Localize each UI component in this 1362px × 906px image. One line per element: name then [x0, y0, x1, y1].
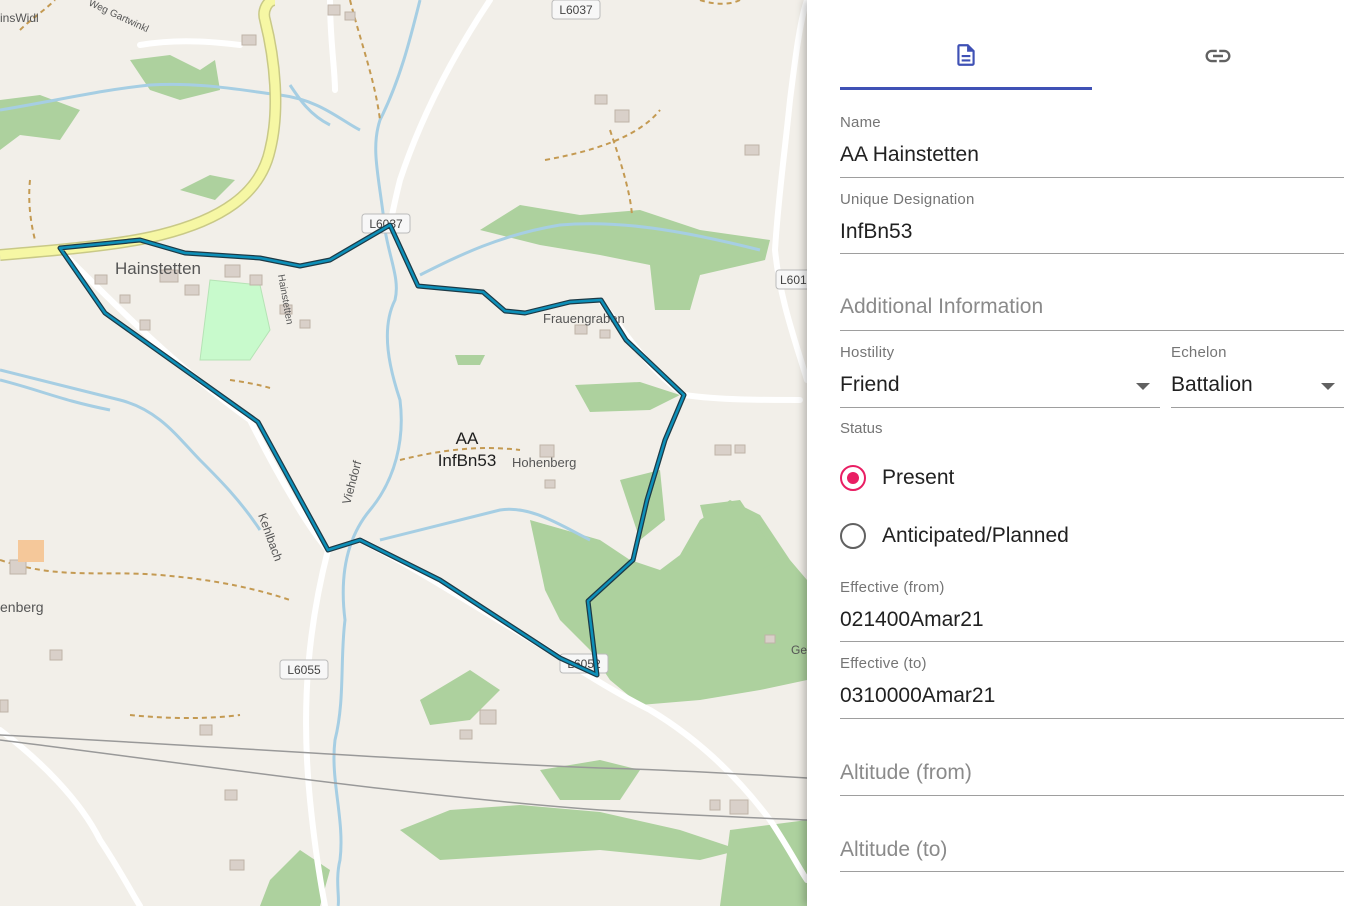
- minor-roads: [0, 0, 807, 906]
- effective-to-label: Effective (to): [840, 655, 927, 672]
- hostility-value: Friend: [840, 373, 900, 396]
- status-label: Status: [840, 420, 883, 437]
- place-label-hainstetten: Hainstetten: [115, 259, 201, 278]
- echelon-label: Echelon: [1171, 344, 1227, 361]
- street-label-weg-gartwinkl: Weg Gartwinkl: [87, 0, 150, 35]
- altitude-to-placeholder: Altitude (to): [840, 838, 948, 861]
- park-area: [199, 279, 271, 361]
- place-label-einswidl: insWidl: [0, 11, 39, 25]
- tab-properties[interactable]: [840, 22, 1092, 90]
- area-name-label: AA: [456, 429, 479, 448]
- orange-building: [18, 540, 44, 562]
- hostility-label: Hostility: [840, 344, 895, 361]
- forest-areas: [0, 55, 807, 906]
- designation-field[interactable]: Unique Designation InfBn53: [840, 187, 1344, 254]
- place-label-enberg: enberg: [0, 599, 44, 615]
- additional-info-placeholder: Additional Information: [840, 295, 1044, 318]
- place-label-ge: Ge: [791, 643, 807, 657]
- properties-panel: Name AA Hainstetten Unique Designation I…: [807, 0, 1362, 906]
- road-label-l601: L601: [780, 273, 807, 287]
- place-label-hohenberg: Hohenberg: [512, 455, 576, 470]
- link-icon: [1205, 49, 1231, 63]
- status-anticipated-label: Anticipated/Planned: [882, 524, 1069, 547]
- area-designation-label: InfBn53: [438, 451, 497, 470]
- designation-value[interactable]: InfBn53: [840, 220, 912, 244]
- name-value[interactable]: AA Hainstetten: [840, 143, 979, 167]
- road-label-l6037-top: L6037: [559, 3, 593, 17]
- name-field[interactable]: Name AA Hainstetten: [840, 110, 1344, 178]
- status-radio-present[interactable]: Present: [840, 465, 954, 491]
- stream-label-kehlbach: Kehlbach: [255, 511, 285, 563]
- street-label-viehdorf: Viehdorf: [339, 459, 364, 506]
- effective-to-value[interactable]: 0310000Amar21: [840, 684, 995, 708]
- echelon-select[interactable]: Echelon Battalion: [1171, 340, 1344, 408]
- hostility-dropdown-icon[interactable]: [1136, 383, 1150, 390]
- document-icon: [957, 43, 975, 66]
- status-radio-anticipated[interactable]: Anticipated/Planned: [840, 523, 1069, 549]
- designation-label: Unique Designation: [840, 191, 975, 208]
- hostility-select[interactable]: Hostility Friend: [840, 340, 1160, 408]
- echelon-value: Battalion: [1171, 373, 1253, 396]
- effective-from-value[interactable]: 021400Amar21: [840, 608, 984, 632]
- altitude-from-field[interactable]: Altitude (from): [840, 728, 1344, 796]
- area-outline-casing: [57, 222, 687, 678]
- name-label: Name: [840, 114, 881, 131]
- effective-to-field[interactable]: Effective (to) 0310000Amar21: [840, 651, 1344, 719]
- radio-checked-icon[interactable]: [840, 465, 866, 491]
- echelon-dropdown-icon[interactable]: [1321, 383, 1335, 390]
- altitude-from-placeholder: Altitude (from): [840, 761, 972, 784]
- railway-lines: [0, 734, 807, 821]
- effective-from-label: Effective (from): [840, 579, 945, 596]
- status-present-label: Present: [882, 466, 955, 489]
- radio-unchecked-icon[interactable]: [840, 523, 866, 549]
- road-label-l6055: L6055: [287, 663, 321, 677]
- map-view[interactable]: L6037 L6037 L601 L6055 L6052 Hainstetten…: [0, 0, 807, 906]
- map-canvas[interactable]: L6037 L6037 L601 L6055 L6052 Hainstetten…: [0, 0, 807, 906]
- tab-links[interactable]: [1092, 22, 1344, 90]
- altitude-to-field[interactable]: Altitude (to): [840, 805, 1344, 872]
- effective-from-field[interactable]: Effective (from) 021400Amar21: [840, 575, 1344, 642]
- additional-info-field[interactable]: Additional Information: [840, 262, 1344, 331]
- buildings: [0, 4, 776, 871]
- street-label-hainstetten: Hainstetten: [275, 274, 295, 326]
